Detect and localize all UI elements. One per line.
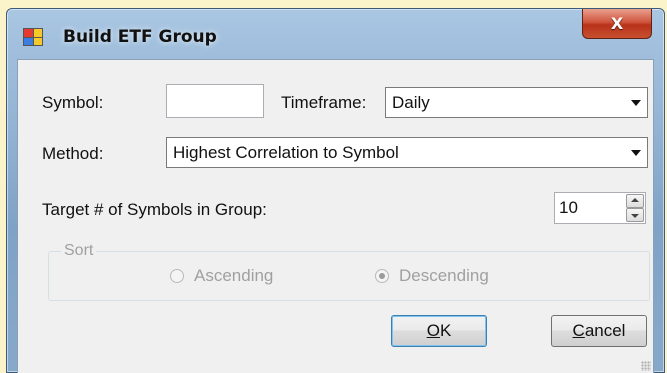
symbol-label: Symbol:	[42, 93, 104, 112]
method-dropdown[interactable]: Highest Correlation to Symbol	[166, 137, 648, 168]
dialog-body: Symbol: Timeframe: Daily Method: Highest…	[17, 59, 654, 373]
timeframe-selected-value: Daily	[392, 92, 430, 112]
stepper-up-icon[interactable]	[626, 194, 644, 208]
sort-groupbox: Sort Ascending Descending	[48, 242, 650, 301]
app-icon	[23, 28, 43, 46]
cancel-button[interactable]: Cancel	[551, 315, 647, 347]
close-button[interactable]: X	[582, 9, 652, 39]
dialog-window: Build ETF Group X Symbol: Timeframe: Dai…	[6, 8, 665, 373]
chevron-down-icon	[631, 99, 641, 106]
descending-radio: Descending	[375, 266, 489, 286]
target-symbols-stepper[interactable]: 10	[554, 192, 646, 224]
sort-legend: Sort	[61, 242, 97, 260]
resize-grip-icon[interactable]	[641, 361, 651, 371]
radio-checked-icon	[375, 269, 389, 283]
stepper-down-icon[interactable]	[626, 208, 644, 222]
target-symbols-label: Target # of Symbols in Group:	[42, 200, 267, 219]
descending-label: Descending	[399, 266, 489, 285]
ascending-radio: Ascending	[170, 266, 273, 286]
target-symbols-value: 10	[559, 198, 578, 217]
ascending-label: Ascending	[194, 266, 274, 285]
timeframe-dropdown[interactable]: Daily	[385, 87, 648, 118]
method-selected-value: Highest Correlation to Symbol	[173, 142, 399, 162]
dialog-title: Build ETF Group	[63, 27, 217, 47]
radio-unchecked-icon	[170, 269, 184, 283]
title-bar[interactable]: Build ETF Group X	[7, 9, 664, 59]
chevron-down-icon	[631, 149, 641, 156]
timeframe-label: Timeframe:	[281, 93, 367, 112]
symbol-input[interactable]	[166, 84, 264, 118]
ok-button[interactable]: OK	[391, 315, 487, 347]
method-label: Method:	[42, 144, 104, 163]
